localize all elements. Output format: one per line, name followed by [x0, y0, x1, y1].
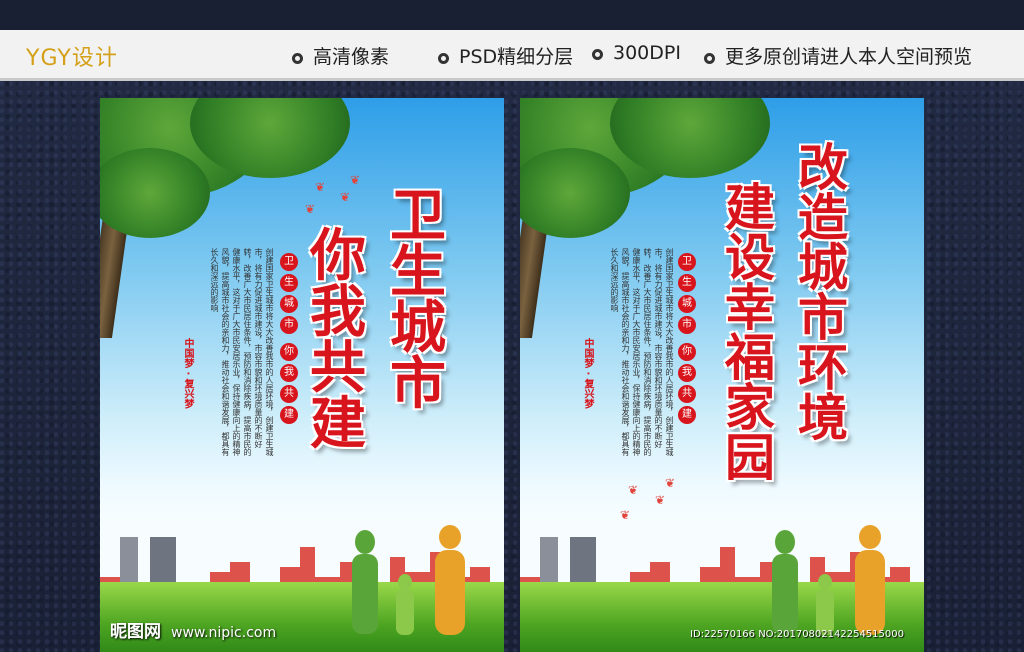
site-watermark: 昵图网 www.nipic.com [110, 622, 277, 642]
poster-title-col1: 改造城市环境 [798, 138, 848, 447]
feature-psd: PSD精细分层 [438, 42, 573, 69]
poster-2: ❦ ❦ ❦ ❦ 改造城市环境 建设幸福家园 卫 生 城 市 你 我 共 建 创建… [520, 98, 924, 652]
bird-icon: ❦ [315, 180, 326, 194]
bird-icon: ❦ [340, 190, 351, 204]
slogan-seal: 城 [678, 295, 696, 313]
poster-title-col1: 卫生城市 [390, 183, 446, 417]
bird-icon: ❦ [305, 202, 316, 216]
slogan-seal: 你 [678, 343, 696, 361]
bird-icon: ❦ [628, 483, 639, 497]
slogan-seal: 建 [678, 406, 696, 424]
slogan-seal: 生 [678, 274, 696, 292]
slogan-seal: 你 [280, 343, 298, 361]
bird-icon: ❦ [665, 476, 676, 490]
bullet-icon [592, 49, 603, 60]
poster-title-col2: 你我共建 [310, 223, 366, 457]
poster-title-col2: 建设幸福家园 [725, 178, 775, 487]
china-dream-label: 中国梦 · 复兴梦 [182, 338, 193, 409]
slogan-seal: 共 [678, 385, 696, 403]
tree-canopy [100, 148, 210, 238]
poster-body-text: 创建国家卫生城市将大大改善我市的人居环境，创建卫生城市，将有力促进城市建设，市容… [210, 248, 274, 456]
family-silhouette [772, 525, 885, 635]
slogan-seal: 我 [678, 364, 696, 382]
slogan-seal: 共 [280, 385, 298, 403]
bird-icon: ❦ [350, 173, 361, 187]
slogan-seal: 生 [280, 274, 298, 292]
bullet-icon [438, 53, 449, 64]
top-band [0, 0, 1024, 30]
bird-icon: ❦ [655, 493, 666, 507]
china-dream-label: 中国梦 · 复兴梦 [582, 338, 593, 409]
feature-more: 更多原创请进人本人空间预览 [704, 42, 972, 69]
tree-canopy [520, 148, 630, 238]
slogan-seal: 我 [280, 364, 298, 382]
slogan-seal: 市 [280, 316, 298, 334]
bullet-icon [292, 53, 303, 64]
family-silhouette [352, 525, 465, 635]
bird-icon: ❦ [620, 508, 631, 522]
slogan-seal: 卫 [678, 253, 696, 271]
poster-body-text: 创建国家卫生城市将大大改善我市的人居环境，创建卫生城市，将有力促进城市建设，市容… [610, 248, 674, 456]
feature-dpi: 300DPI [592, 42, 681, 64]
header-bar: YGY设计 高清像素 PSD精细分层 300DPI 更多原创请进人本人空间预览 [0, 30, 1024, 81]
image-id-watermark: ID:22570166 NO:20170802142254515000 [690, 629, 904, 640]
slogan-seal: 市 [678, 316, 696, 334]
slogan-seal: 建 [280, 406, 298, 424]
brand-logo: YGY设计 [26, 46, 118, 71]
poster-1: ❦ ❦ ❦ ❦ 卫生城市 你我共建 卫 生 城 市 你 我 共 建 创建国家卫生… [100, 98, 504, 652]
feature-hd: 高清像素 [292, 42, 389, 69]
bullet-icon [704, 53, 715, 64]
slogan-seal: 城 [280, 295, 298, 313]
slogan-seal: 卫 [280, 253, 298, 271]
